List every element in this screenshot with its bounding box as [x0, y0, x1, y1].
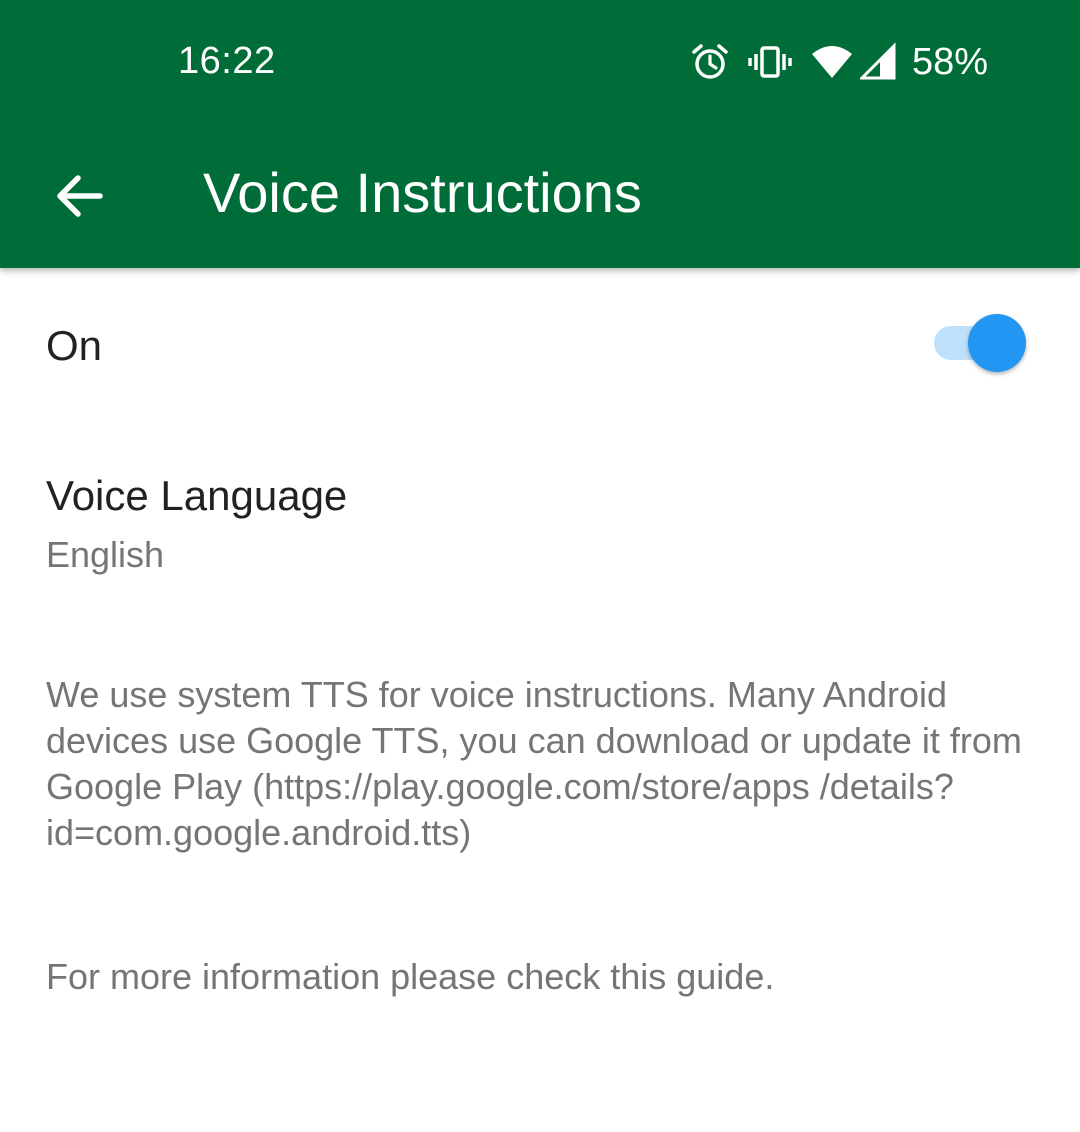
wifi-icon — [810, 42, 854, 82]
switch-thumb — [968, 314, 1026, 372]
status-icons: 58% — [672, 38, 988, 86]
voice-language-value: English — [46, 534, 165, 575]
alarm-icon — [690, 42, 730, 82]
cell-signal-icon — [859, 42, 896, 82]
guide-link-text[interactable]: For more information please check this g… — [46, 954, 1046, 1000]
back-button[interactable] — [44, 160, 116, 232]
voice-language-row[interactable]: Voice Language English — [0, 448, 1080, 588]
voice-on-label: On — [46, 322, 103, 369]
arrow-left-icon — [57, 175, 103, 217]
tts-info-text: We use system TTS for voice instructions… — [46, 674, 1022, 853]
page-title: Voice Instructions — [203, 161, 642, 224]
voice-language-title: Voice Language — [46, 472, 348, 519]
status-bar: 16:22 58% — [0, 0, 1080, 125]
status-time: 16:22 — [178, 40, 276, 82]
voice-on-switch[interactable] — [934, 312, 1028, 372]
app-bar: Voice Instructions — [0, 125, 1080, 268]
battery-percent: 58% — [911, 40, 988, 83]
vibrate-icon — [748, 42, 792, 82]
voice-on-row[interactable]: On — [0, 268, 1080, 418]
